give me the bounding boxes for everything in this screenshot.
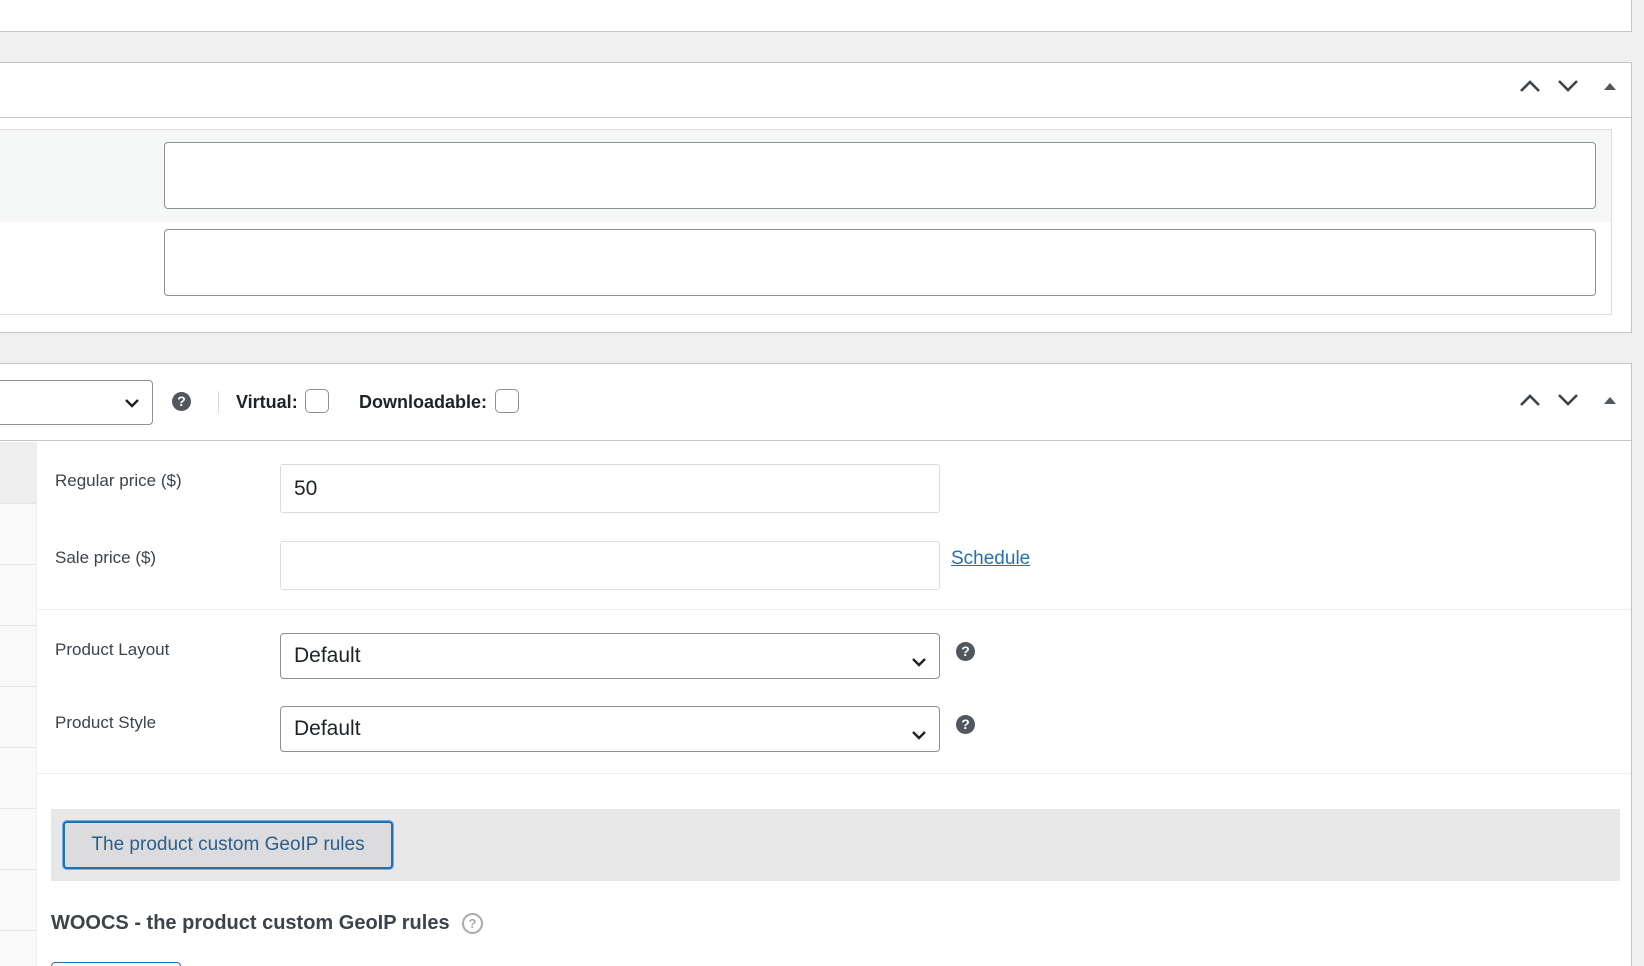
header-divider — [218, 391, 219, 413]
product-type-select[interactable] — [0, 380, 153, 425]
chevron-down-icon[interactable] — [1557, 79, 1579, 93]
regular-price-label: Regular price ($) — [55, 471, 182, 490]
sale-price-label: Sale price ($) — [55, 548, 157, 567]
help-icon[interactable]: ? — [956, 715, 975, 734]
tab-separator — [0, 686, 36, 687]
product-data-tabs — [0, 442, 37, 966]
section-divider — [37, 609, 1631, 610]
tab-separator — [0, 625, 36, 626]
product-style-select[interactable]: Default — [280, 706, 940, 752]
meta-field-input[interactable] — [164, 142, 1596, 209]
meta-box-panel — [0, 62, 1632, 333]
tab-separator — [0, 808, 36, 809]
geoip-rules-button[interactable]: The product custom GeoIP rules — [63, 821, 393, 869]
product-layout-label: Product Layout — [55, 640, 170, 659]
chevron-down-icon — [124, 396, 140, 414]
virtual-label: Virtual: — [236, 392, 298, 412]
downloadable-checkbox[interactable] — [495, 389, 519, 413]
product-data-header: ? Virtual: Downloadable: — [0, 364, 1631, 441]
meta-box-header — [0, 63, 1631, 118]
chevron-up-icon[interactable] — [1519, 393, 1541, 407]
tab-separator — [0, 869, 36, 870]
tab-separator — [0, 747, 36, 748]
regular-price-input[interactable] — [280, 464, 940, 513]
triangle-up-icon[interactable] — [1603, 395, 1617, 405]
chevron-down-icon — [911, 723, 927, 747]
product-layout-value: Default — [294, 644, 361, 667]
downloadable-label: Downloadable: — [359, 392, 488, 412]
meta-row — [0, 130, 1611, 222]
help-outline-icon[interactable]: ? — [462, 913, 483, 934]
product-layout-select[interactable]: Default — [280, 633, 940, 679]
geoip-toolbar: The product custom GeoIP rules — [51, 809, 1620, 881]
meta-field-input[interactable] — [164, 229, 1596, 296]
help-icon[interactable]: ? — [956, 642, 975, 661]
tab-separator — [0, 564, 36, 565]
meta-box-controls — [1519, 79, 1617, 93]
tab-general[interactable] — [0, 442, 36, 503]
virtual-checkbox[interactable] — [305, 389, 329, 413]
tab-separator — [0, 930, 36, 931]
product-style-value: Default — [294, 717, 361, 740]
chevron-down-icon[interactable] — [1557, 393, 1579, 407]
triangle-up-icon[interactable] — [1603, 81, 1617, 91]
chevron-up-icon[interactable] — [1519, 79, 1541, 93]
product-data-panel: ? Virtual: Downloadable: Regular price ( — [0, 363, 1632, 966]
geoip-section-title: WOOCS - the product custom GeoIP rules — [51, 912, 450, 934]
schedule-link[interactable]: Schedule — [951, 548, 1030, 570]
meta-fields-table — [0, 129, 1612, 315]
meta-row — [0, 222, 1611, 314]
chevron-down-icon — [911, 650, 927, 674]
tab-separator — [0, 503, 36, 504]
help-icon[interactable]: ? — [172, 392, 191, 411]
sale-price-input[interactable] — [280, 541, 940, 590]
product-style-label: Product Style — [55, 713, 157, 732]
section-divider — [37, 773, 1631, 774]
product-data-controls — [1519, 393, 1617, 407]
top-panel — [0, 0, 1632, 32]
geoip-add-button[interactable] — [51, 962, 181, 966]
